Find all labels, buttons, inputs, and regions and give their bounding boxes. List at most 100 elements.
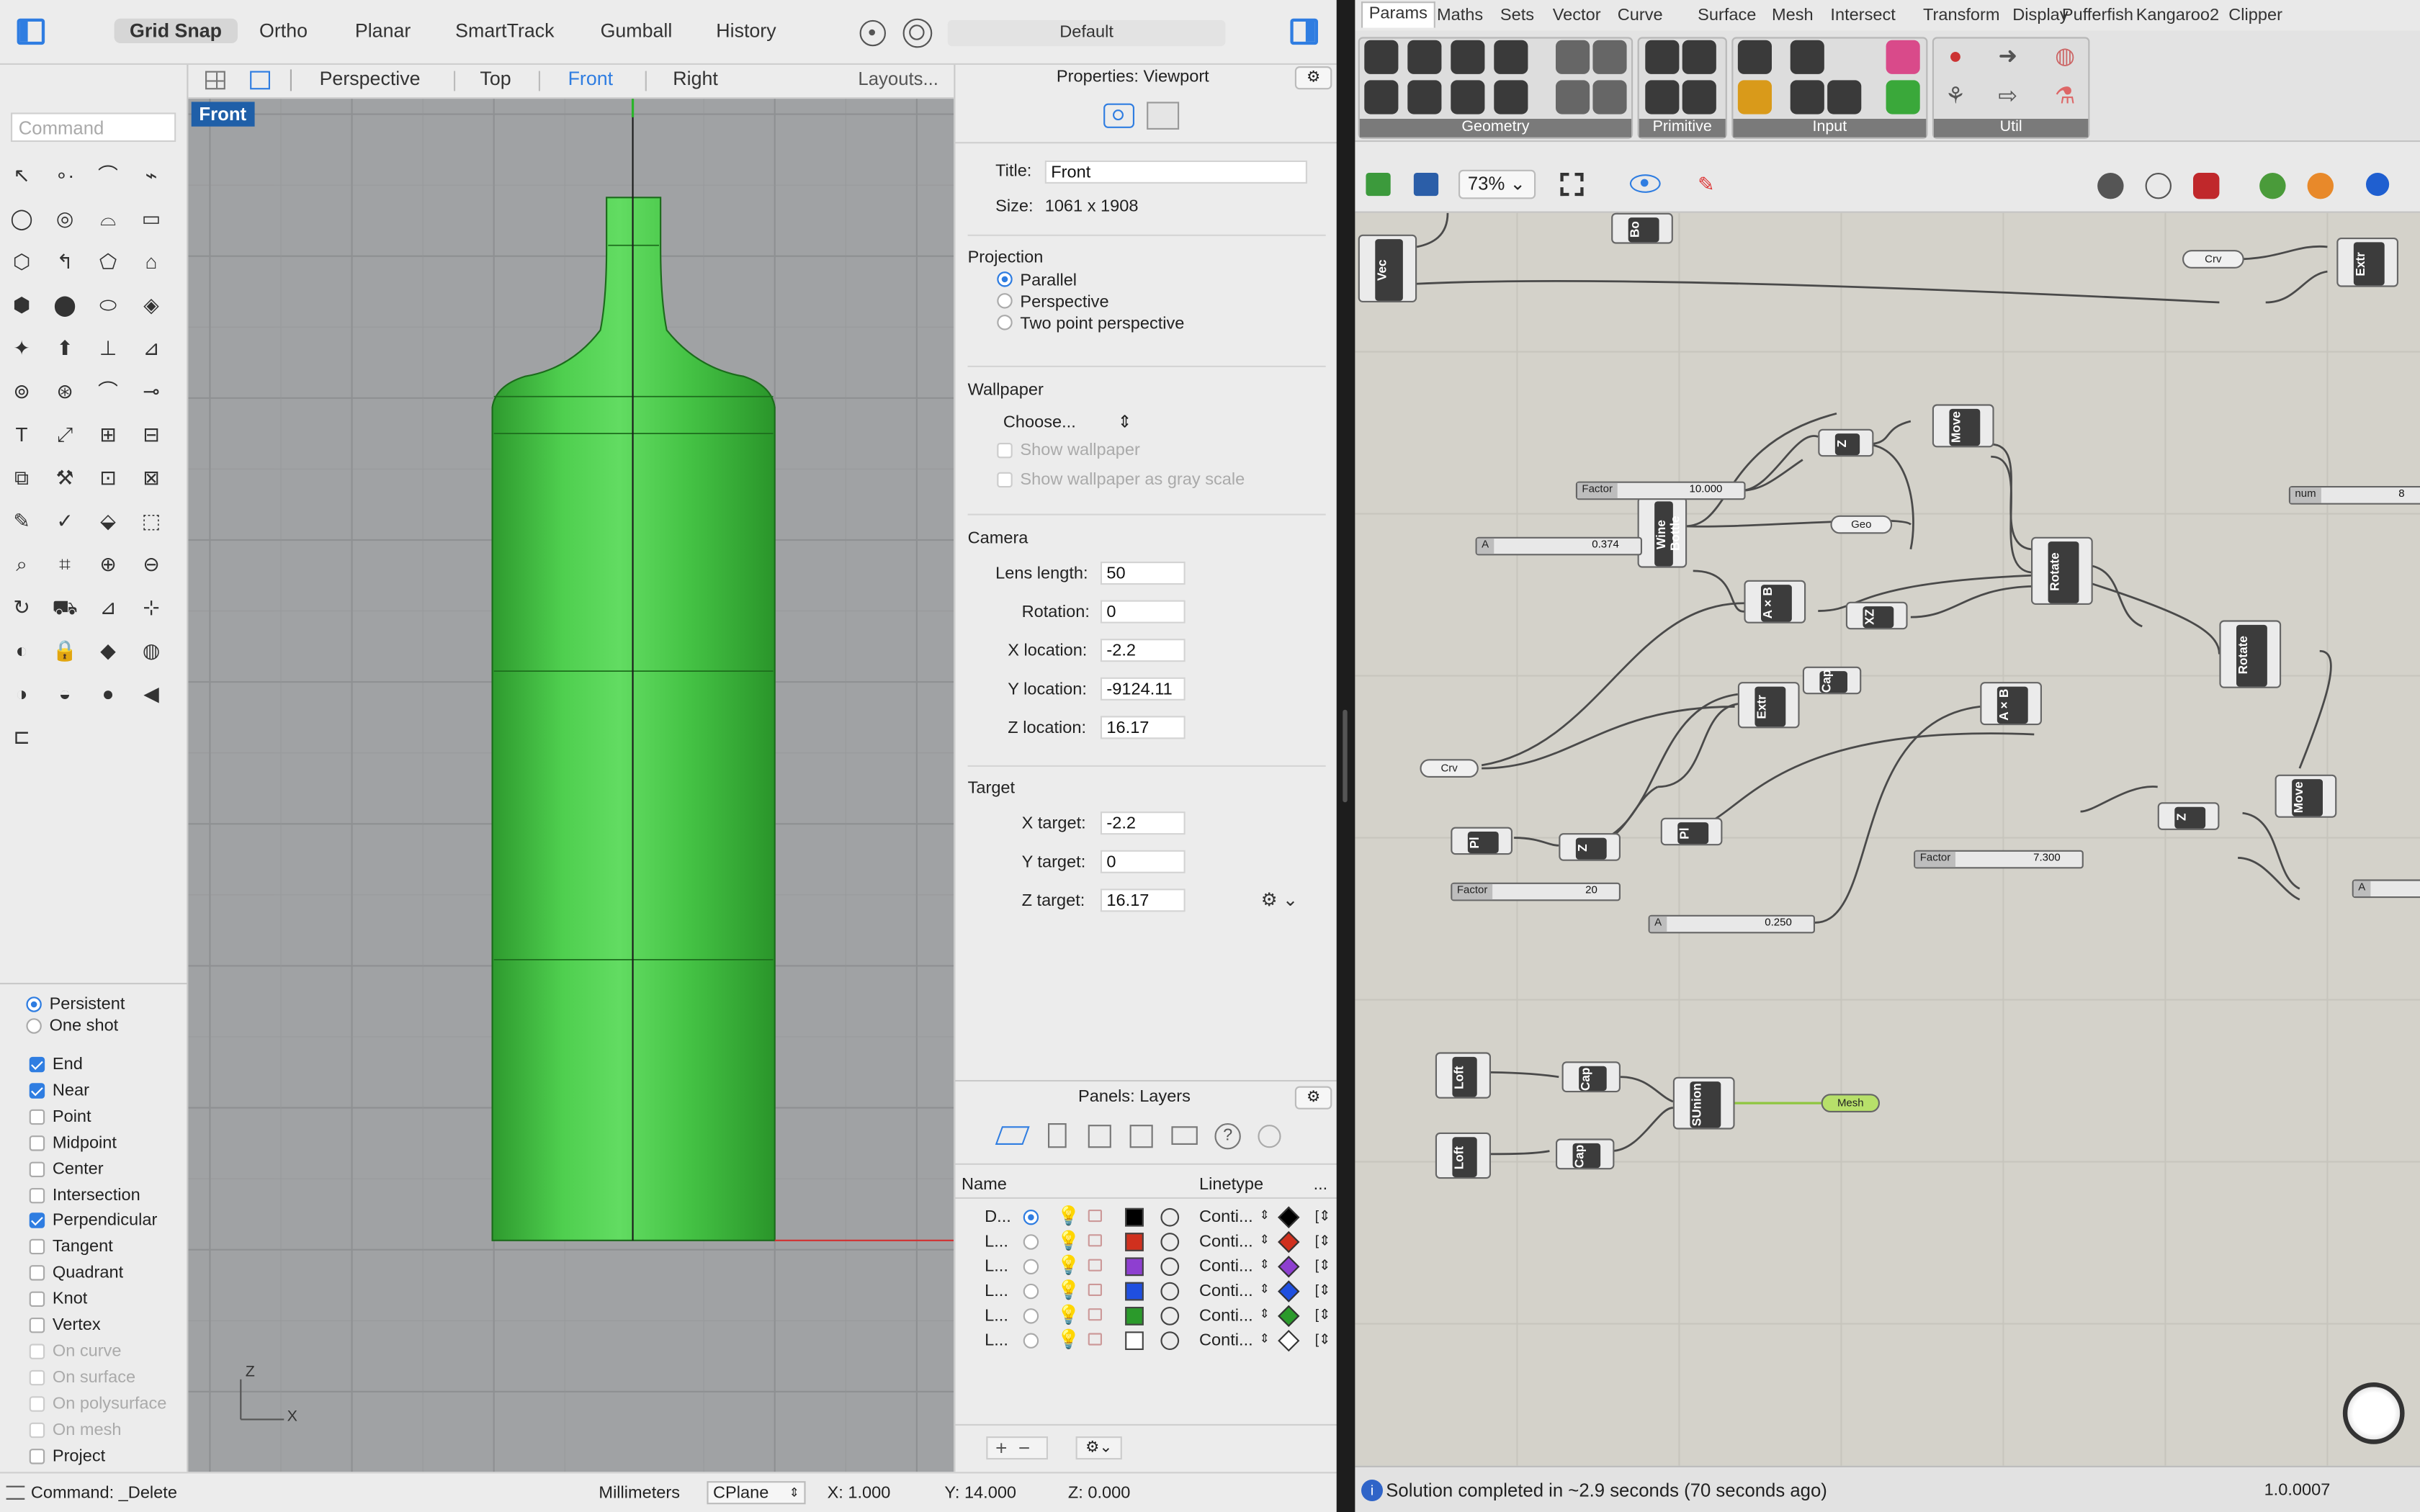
lock-icon[interactable]	[1088, 1308, 1102, 1321]
extr-node-top[interactable]: Extr	[2336, 238, 2398, 287]
current-layer-radio[interactable]	[1023, 1333, 1039, 1349]
lightbulb-icon[interactable]: 💡	[1057, 1328, 1080, 1350]
layer-linetype[interactable]: Conti...	[1199, 1233, 1253, 1251]
gh-tab-transform[interactable]: Transform	[1923, 6, 2000, 25]
factor-slider-a[interactable]: Factor 10.000	[1575, 481, 1746, 500]
sheet-icon[interactable]	[1129, 1125, 1153, 1148]
zoom-out-icon[interactable]: ⊖	[136, 549, 167, 580]
z-target-field[interactable]: 16.17	[1100, 888, 1186, 912]
a-slider-a[interactable]: A 0.374	[1475, 536, 1642, 556]
crv-param-top[interactable]: Crv	[2182, 250, 2244, 269]
viewport-frame-icon[interactable]	[1147, 102, 1180, 130]
split-icon[interactable]: ⊥	[93, 333, 124, 364]
open-file-icon[interactable]	[1366, 173, 1391, 197]
arrow2-util-icon[interactable]: ⇨	[1991, 80, 2025, 114]
print-color-icon[interactable]	[1278, 1256, 1300, 1278]
layer-color-swatch[interactable]	[1125, 1207, 1144, 1227]
save-file-icon[interactable]	[1413, 173, 1439, 197]
lock-icon[interactable]	[1088, 1333, 1102, 1346]
trim-icon[interactable]: ⬠	[93, 247, 124, 278]
number-param-icon[interactable]	[1682, 40, 1716, 74]
panel-toggle-icon[interactable]	[1290, 18, 1318, 45]
cap-node-b[interactable]: Cap	[1561, 1061, 1621, 1093]
target-gear-icon[interactable]: ⚙ ⌄	[1261, 888, 1307, 912]
tab-top[interactable]: Top	[480, 68, 511, 89]
blend-icon[interactable]: ⌒	[93, 377, 124, 408]
hammer-icon[interactable]: ⚒	[50, 463, 81, 494]
osnap-project[interactable]: Project	[29, 1446, 106, 1465]
layers-icon[interactable]	[995, 1126, 1030, 1145]
factor-slider-b[interactable]: Factor 20	[1451, 882, 1621, 901]
polygon-icon[interactable]: ⬡	[6, 247, 37, 278]
gh-tab-kangaroo2[interactable]: Kangaroo2	[2136, 6, 2219, 25]
plane-param-icon[interactable]	[1494, 80, 1528, 114]
current-layer-dropdown[interactable]: Default	[947, 19, 1226, 47]
gh-tab-display[interactable]: Display	[2012, 6, 2068, 25]
gh-tab-vector[interactable]: Vector	[1553, 6, 1601, 25]
lightbulb-icon[interactable]: 💡	[1057, 1279, 1080, 1300]
osnap-vertex[interactable]: Vertex	[29, 1316, 101, 1335]
camera-icon[interactable]	[1103, 103, 1134, 128]
tab-front[interactable]: Front	[568, 68, 614, 89]
current-layer-radio[interactable]	[1023, 1259, 1039, 1274]
extr-node-b[interactable]: Extr	[1737, 682, 1800, 729]
wine-bottle-node[interactable]: Wine Bottle	[1637, 497, 1688, 568]
linetype-stepper-icon[interactable]: ⇕	[1260, 1331, 1270, 1345]
record-icon[interactable]	[859, 19, 886, 47]
gumball-button[interactable]: Gumball	[601, 20, 673, 42]
layers-gear-icon[interactable]: ⚙	[1294, 1086, 1332, 1110]
shaded-icon[interactable]: ◆	[93, 636, 124, 667]
list-input-icon[interactable]	[1827, 80, 1862, 114]
grid-snap-button[interactable]: Grid Snap	[114, 18, 238, 43]
extrude-icon[interactable]: ◈	[136, 290, 167, 321]
layer-linetype[interactable]: Conti...	[1199, 1307, 1253, 1326]
preview-none-icon[interactable]	[2145, 173, 2172, 199]
cherry-util-icon[interactable]: ●	[1938, 40, 1972, 74]
boolean-diff-icon[interactable]: ⊛	[50, 377, 81, 408]
layer-row[interactable]: D... 💡 Conti... ⇕ [⇕	[955, 1205, 1337, 1231]
projection-two-point-radio[interactable]: Two point perspective	[997, 315, 1184, 333]
select-icon[interactable]: ↖	[6, 161, 37, 192]
navigation-compass-icon[interactable]	[2342, 1382, 2405, 1444]
surface-param-icon[interactable]	[1494, 40, 1528, 74]
split-divider[interactable]	[1336, 0, 1355, 1512]
solid-box-icon[interactable]: ⬢	[6, 290, 37, 321]
menu-icon[interactable]	[6, 1485, 25, 1500]
circle-param-icon[interactable]	[1407, 40, 1442, 74]
gh-tab-surface[interactable]: Surface	[1698, 6, 1756, 25]
flask-util-icon[interactable]: ⚗	[2048, 80, 2082, 114]
arrow-util-icon[interactable]: ➜	[1991, 40, 2025, 74]
box-edit-icon[interactable]: ⬙	[93, 506, 124, 537]
osnap-knot[interactable]: Knot	[29, 1290, 87, 1308]
osnap-one-shot[interactable]: One shot	[26, 1017, 118, 1035]
front-viewport[interactable]: Z X Front	[188, 99, 954, 1472]
vec-node[interactable]: Vec	[1358, 234, 1417, 302]
move-node-a[interactable]: Move	[1932, 404, 1994, 448]
zoom-in-icon[interactable]: ⊕	[93, 549, 124, 580]
history-button[interactable]: History	[716, 20, 776, 42]
cap-node-c[interactable]: Cap	[1556, 1138, 1615, 1170]
tab-perspective[interactable]: Perspective	[320, 68, 421, 89]
lightbulb-icon[interactable]: 💡	[1057, 1304, 1080, 1326]
gh-group-primitive[interactable]: Primitive	[1639, 119, 1726, 138]
z-node-a[interactable]: Z	[1818, 428, 1874, 457]
render-icon[interactable]: ◒	[50, 679, 81, 710]
check-icon[interactable]: ✓	[50, 506, 81, 537]
layer-row[interactable]: L... 💡 Conti... ⇕ [⇕	[955, 1230, 1337, 1256]
sidebar-toggle-icon[interactable]	[17, 18, 45, 45]
display-icon[interactable]	[1171, 1126, 1198, 1145]
linetype-stepper-icon[interactable]: ⇕	[1260, 1282, 1270, 1296]
a-slider-b[interactable]: A 0.250	[1648, 914, 1815, 934]
gradient-input-icon[interactable]	[1886, 40, 1920, 74]
layer-options-button[interactable]: ⚙⌄	[1075, 1436, 1122, 1460]
x-target-field[interactable]: -2.2	[1100, 811, 1186, 835]
move-icon[interactable]: ⬆	[50, 333, 81, 364]
bake-green-icon[interactable]	[2259, 173, 2286, 199]
osnap-intersection[interactable]: Intersection	[29, 1186, 140, 1205]
gh-tab-params[interactable]: Params	[1361, 1, 1435, 28]
rectangle-icon[interactable]: ▭	[136, 204, 167, 235]
panel-input-icon[interactable]	[1737, 40, 1772, 74]
point-icon[interactable]: ∘·	[50, 161, 81, 192]
fruit-util-icon[interactable]: ◍	[2048, 40, 2082, 74]
preview-eye-icon[interactable]	[1629, 174, 1661, 193]
